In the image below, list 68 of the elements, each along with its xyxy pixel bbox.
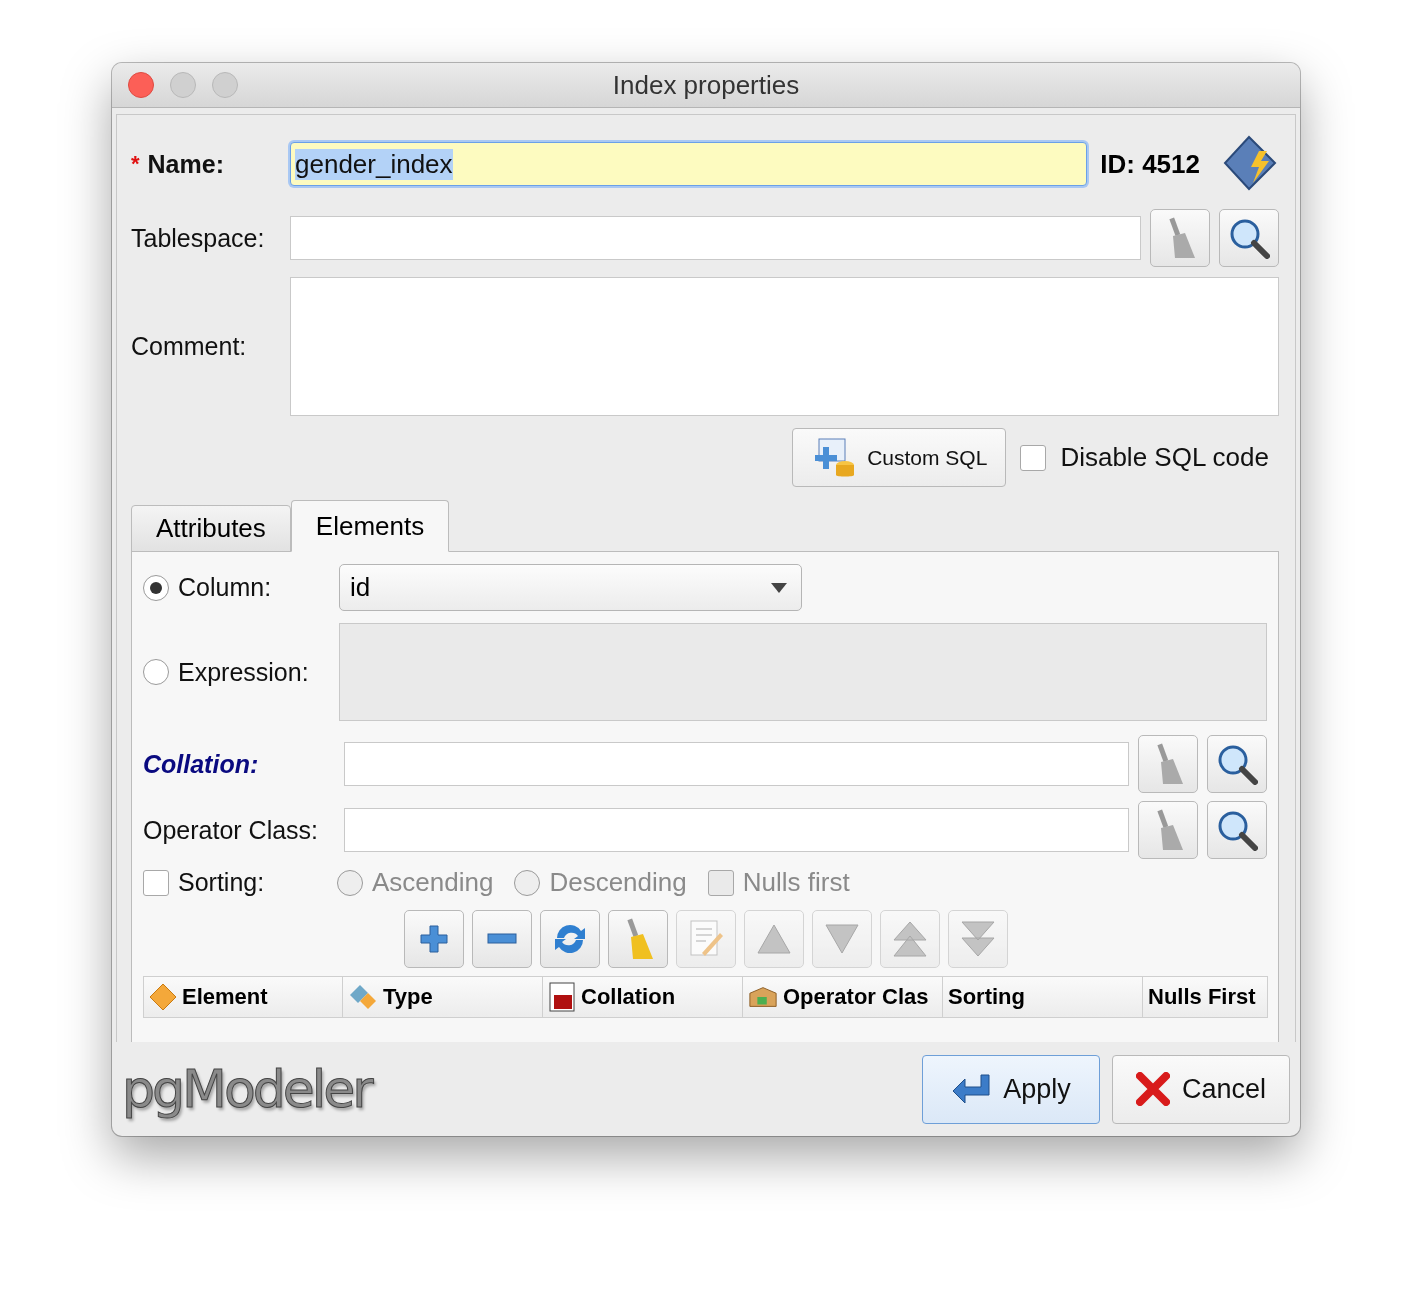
minimize-button[interactable] [170, 72, 196, 98]
minus-icon [487, 933, 517, 945]
option-label: Column: [178, 573, 273, 602]
edit-document-icon [688, 919, 724, 959]
search-icon [1216, 743, 1258, 785]
option-label: Expression: [178, 657, 310, 687]
required-mark: * [131, 151, 140, 177]
double-triangle-up-icon [892, 920, 928, 958]
clear-button[interactable] [1138, 801, 1198, 859]
radio-button[interactable] [143, 574, 169, 601]
dropdown-arrow-icon [771, 582, 787, 593]
zoom-button[interactable] [212, 72, 238, 98]
object-diamond-icon [1223, 135, 1279, 193]
name-field[interactable]: gender_index [290, 142, 1088, 186]
checkbox-label: Sorting: [178, 868, 266, 897]
header-label: Operator Clas [783, 984, 929, 1010]
collation-field[interactable] [344, 742, 1129, 786]
header-label: Collation [581, 984, 676, 1010]
tab[interactable]: Attributes [131, 505, 291, 552]
option-label: Descending [549, 867, 687, 898]
type-icon [348, 983, 378, 1011]
remove-button[interactable] [472, 910, 532, 968]
clear-button[interactable] [608, 910, 668, 968]
add-button[interactable] [404, 910, 464, 968]
tab[interactable]: Elements [290, 500, 450, 552]
field-label: Collation: [143, 749, 260, 779]
search-button[interactable] [1207, 735, 1267, 793]
field-label: Tablespace: [131, 223, 266, 253]
enter-arrow-icon [951, 1073, 992, 1105]
book-icon [548, 981, 576, 1013]
field-label: Name: [147, 149, 225, 179]
cancel-button[interactable]: Cancel [1112, 1054, 1290, 1124]
header-label: Nulls First [1148, 984, 1256, 1010]
apply-button[interactable]: Apply [922, 1054, 1100, 1124]
close-button[interactable] [128, 72, 154, 98]
window-title: Index properties [612, 69, 800, 101]
search-icon [1228, 217, 1270, 259]
field-label: Operator Class: [143, 815, 320, 845]
sorting-checkbox[interactable] [143, 869, 169, 896]
double-triangle-down-icon [960, 920, 996, 958]
plus-icon [419, 924, 449, 954]
radio-button[interactable] [143, 659, 169, 685]
clear-button[interactable] [1138, 735, 1198, 793]
diamond-icon [149, 983, 177, 1011]
operator-class-field[interactable] [344, 808, 1129, 852]
triangle-down-icon [824, 923, 860, 955]
search-button[interactable] [1207, 801, 1267, 859]
checkbox-label: Disable SQL code [1060, 442, 1269, 473]
comment-field[interactable] [290, 277, 1279, 416]
column-dropdown[interactable]: id [339, 564, 802, 611]
disable-sql-checkbox[interactable] [1020, 444, 1047, 471]
option-label: Ascending [372, 867, 494, 898]
logo: pgModeler [122, 1059, 371, 1119]
expression-field[interactable] [339, 623, 1267, 721]
search-button[interactable] [1219, 209, 1279, 267]
clear-button[interactable] [1150, 209, 1210, 267]
refresh-button[interactable] [540, 910, 600, 968]
triangle-up-icon [756, 923, 792, 955]
field-label: Comment: [131, 332, 248, 361]
id-label: ID: 4512 [1100, 148, 1200, 180]
header-label: Element [182, 984, 268, 1010]
tablespace-field[interactable] [290, 216, 1141, 260]
close-icon [1135, 1072, 1170, 1106]
option-label: Nulls first [742, 867, 850, 898]
search-icon [1216, 809, 1258, 851]
custom-sql-button[interactable]: Custom SQL [792, 428, 1007, 487]
header-label: Type [383, 984, 433, 1010]
header-label: Sorting [948, 984, 1025, 1010]
